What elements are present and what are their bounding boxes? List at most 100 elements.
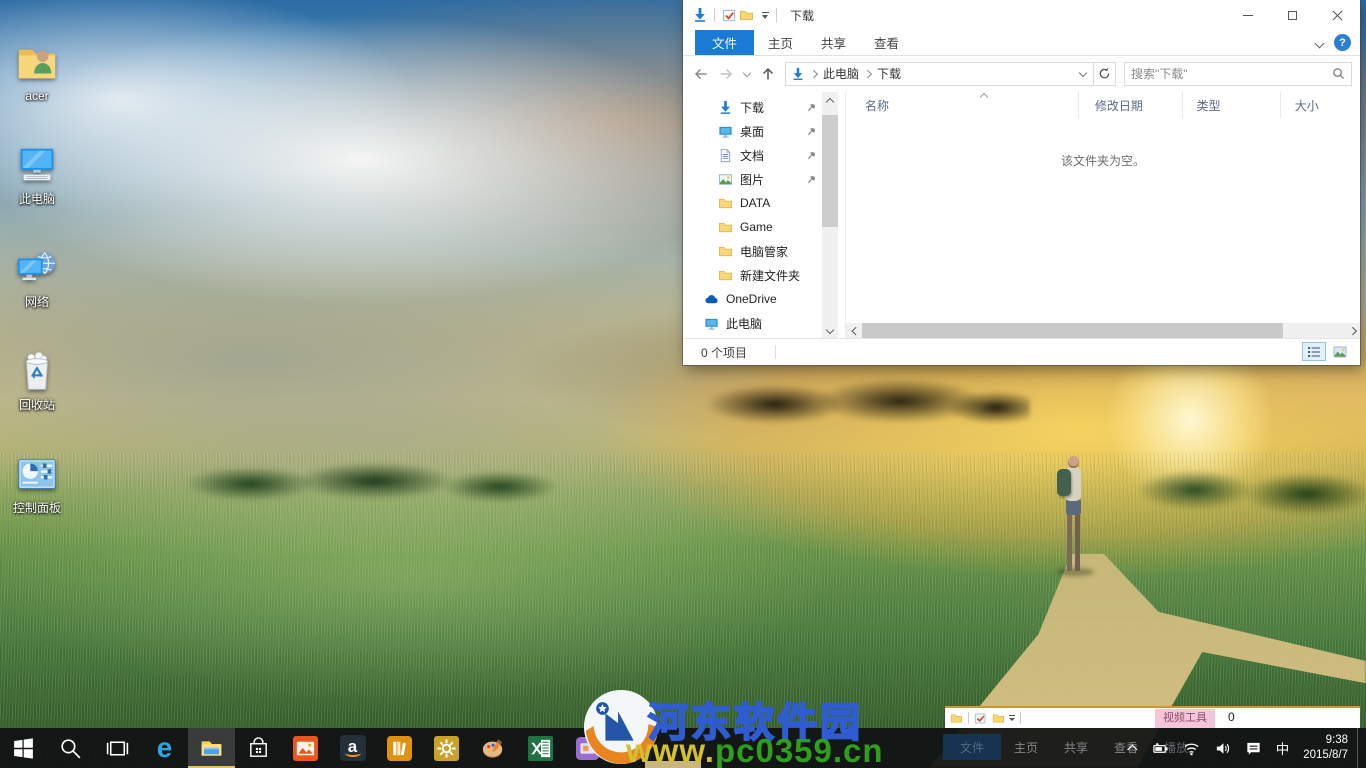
scroll-up-icon[interactable]: [822, 92, 838, 108]
desktop-icon-this-pc[interactable]: 此电脑: [0, 111, 74, 206]
hidden-icons-chevron[interactable]: [1120, 728, 1145, 768]
address-dropdown-icon[interactable]: [1079, 69, 1088, 78]
action-center-icon[interactable]: [1238, 728, 1269, 768]
sidebar-item-game[interactable]: Game: [683, 215, 822, 239]
back-icon[interactable]: [693, 66, 709, 82]
volume-icon[interactable]: [1207, 728, 1238, 768]
desktop-icon-recycle-bin[interactable]: 回收站: [0, 317, 74, 412]
sidebar-scrollbar[interactable]: [822, 92, 838, 338]
help-button[interactable]: ?: [1334, 34, 1351, 51]
tab-share[interactable]: 共享: [807, 30, 860, 55]
minimize-button[interactable]: [1225, 0, 1270, 30]
desktop-icon-label: 回收站: [19, 399, 55, 412]
properties-check-icon[interactable]: [974, 712, 987, 725]
taskbar-item-excel[interactable]: [517, 728, 564, 768]
mini-tab-share[interactable]: 共享: [1051, 734, 1101, 760]
sidebar-item-new-folder[interactable]: 新建文件夹: [683, 263, 822, 287]
scroll-down-icon[interactable]: [822, 322, 838, 338]
column-size[interactable]: 大小: [1281, 92, 1360, 118]
taskbar-item-internet-explorer[interactable]: e: [611, 728, 658, 768]
sidebar-item-pictures[interactable]: 图片: [683, 167, 822, 191]
scrollbar-thumb[interactable]: [862, 323, 1283, 338]
desktop-icon-control-panel[interactable]: 控制面板: [0, 420, 74, 515]
tab-home[interactable]: 主页: [754, 30, 807, 55]
new-folder-icon[interactable]: [738, 7, 755, 24]
mini-explorer-window[interactable]: 视频工具 0: [945, 706, 1360, 728]
taskbar-item-photos[interactable]: [282, 728, 329, 768]
photos-icon: [293, 736, 318, 761]
taskbar-item-edge[interactable]: e: [141, 728, 188, 768]
folder-icon: [717, 195, 733, 211]
sidebar-item-onedrive[interactable]: OneDrive: [683, 287, 822, 311]
edge-icon: e: [157, 734, 173, 762]
refresh-button[interactable]: [1094, 62, 1116, 86]
column-date-modified[interactable]: 修改日期: [1079, 92, 1183, 118]
desktop-icon-column: acer 此电脑 网络 回收站 控制面板: [0, 8, 74, 523]
taskbar-item-media-app[interactable]: [564, 728, 611, 768]
search-input[interactable]: [1131, 67, 1332, 81]
explorer-window: 下载 文件 主页 共享 查看 ? 此电脑 下: [683, 0, 1360, 365]
address-bar[interactable]: 此电脑 下载: [785, 62, 1094, 86]
show-desktop-button[interactable]: [1357, 728, 1362, 768]
taskbar-task-view-button[interactable]: [94, 728, 141, 768]
thumbnail-view-button[interactable]: [1328, 342, 1352, 361]
taskbar-clock[interactable]: 9:38 2015/8/7: [1296, 733, 1357, 763]
ime-indicator[interactable]: 中: [1269, 728, 1297, 768]
sidebar-item-desktop[interactable]: 桌面: [683, 119, 822, 143]
column-type[interactable]: 类型: [1183, 92, 1281, 118]
search-box[interactable]: [1124, 62, 1352, 86]
wifi-icon[interactable]: [1176, 728, 1207, 768]
taskbar-item-store[interactable]: [235, 728, 282, 768]
qat-customize-icon[interactable]: [760, 12, 770, 19]
system-tray: 中 9:38 2015/8/7: [1120, 728, 1362, 768]
desktop-icon-label: 控制面板: [13, 502, 61, 515]
sidebar-item-downloads[interactable]: 下载: [683, 95, 822, 119]
taskbar-item-amazon[interactable]: a: [329, 728, 376, 768]
new-folder-icon[interactable]: [992, 712, 1005, 725]
taskbar-item-paint[interactable]: [470, 728, 517, 768]
scroll-right-icon[interactable]: [1345, 323, 1360, 338]
recent-locations-icon[interactable]: [743, 69, 752, 78]
excel-icon: [528, 736, 553, 761]
explorer-titlebar: 下载: [683, 0, 1360, 30]
view-toggles: [1302, 342, 1352, 361]
up-icon[interactable]: [760, 66, 776, 82]
qat-customize-icon[interactable]: [1009, 715, 1015, 721]
properties-check-icon[interactable]: [721, 7, 738, 24]
tab-view[interactable]: 查看: [860, 30, 913, 55]
column-name[interactable]: 名称: [846, 92, 1079, 118]
video-tools-contextual-tab[interactable]: 视频工具: [1155, 709, 1215, 728]
maximize-button[interactable]: [1270, 0, 1315, 30]
sidebar-item-data[interactable]: DATA: [683, 191, 822, 215]
close-button[interactable]: [1315, 0, 1360, 30]
status-bar: 0 个项目: [683, 338, 1360, 365]
taskbar-item-books[interactable]: [376, 728, 423, 768]
desktop-icon-network[interactable]: 网络: [0, 214, 74, 309]
task-view-icon: [105, 736, 130, 761]
scrollbar-thumb[interactable]: [822, 115, 838, 227]
desktop-icon-acer[interactable]: acer: [0, 8, 74, 103]
details-view-button[interactable]: [1302, 342, 1326, 361]
sidebar-item-this-pc[interactable]: 此电脑: [683, 311, 822, 335]
battery-icon[interactable]: [1145, 728, 1176, 768]
breadcrumb-this-pc[interactable]: 此电脑: [823, 65, 859, 82]
mini-tab-file[interactable]: 文件: [943, 734, 1001, 760]
taskbar-search-button[interactable]: [47, 728, 94, 768]
taskbar-item-settings[interactable]: [423, 728, 470, 768]
folder-icon: [717, 267, 733, 283]
scroll-left-icon[interactable]: [846, 323, 861, 338]
mini-tab-home[interactable]: 主页: [1001, 734, 1051, 760]
sidebar-item-pc-manager[interactable]: 电脑管家: [683, 239, 822, 263]
breadcrumb-downloads[interactable]: 下载: [877, 65, 901, 82]
user-folder-icon: [14, 40, 60, 86]
explorer-body: 下载 桌面 文档 图片: [683, 92, 1360, 338]
tab-file[interactable]: 文件: [695, 30, 754, 55]
ribbon-collapse-icon[interactable]: [1316, 39, 1324, 47]
sidebar-item-documents[interactable]: 文档: [683, 143, 822, 167]
taskbar-item-file-explorer[interactable]: [188, 728, 235, 768]
ribbon-tab-row: 文件 主页 共享 查看 ?: [683, 30, 1360, 56]
forward-icon[interactable]: [718, 66, 734, 82]
horizontal-scrollbar[interactable]: [846, 323, 1360, 338]
taskbar-start-button[interactable]: [0, 728, 47, 768]
store-icon: [246, 736, 271, 761]
